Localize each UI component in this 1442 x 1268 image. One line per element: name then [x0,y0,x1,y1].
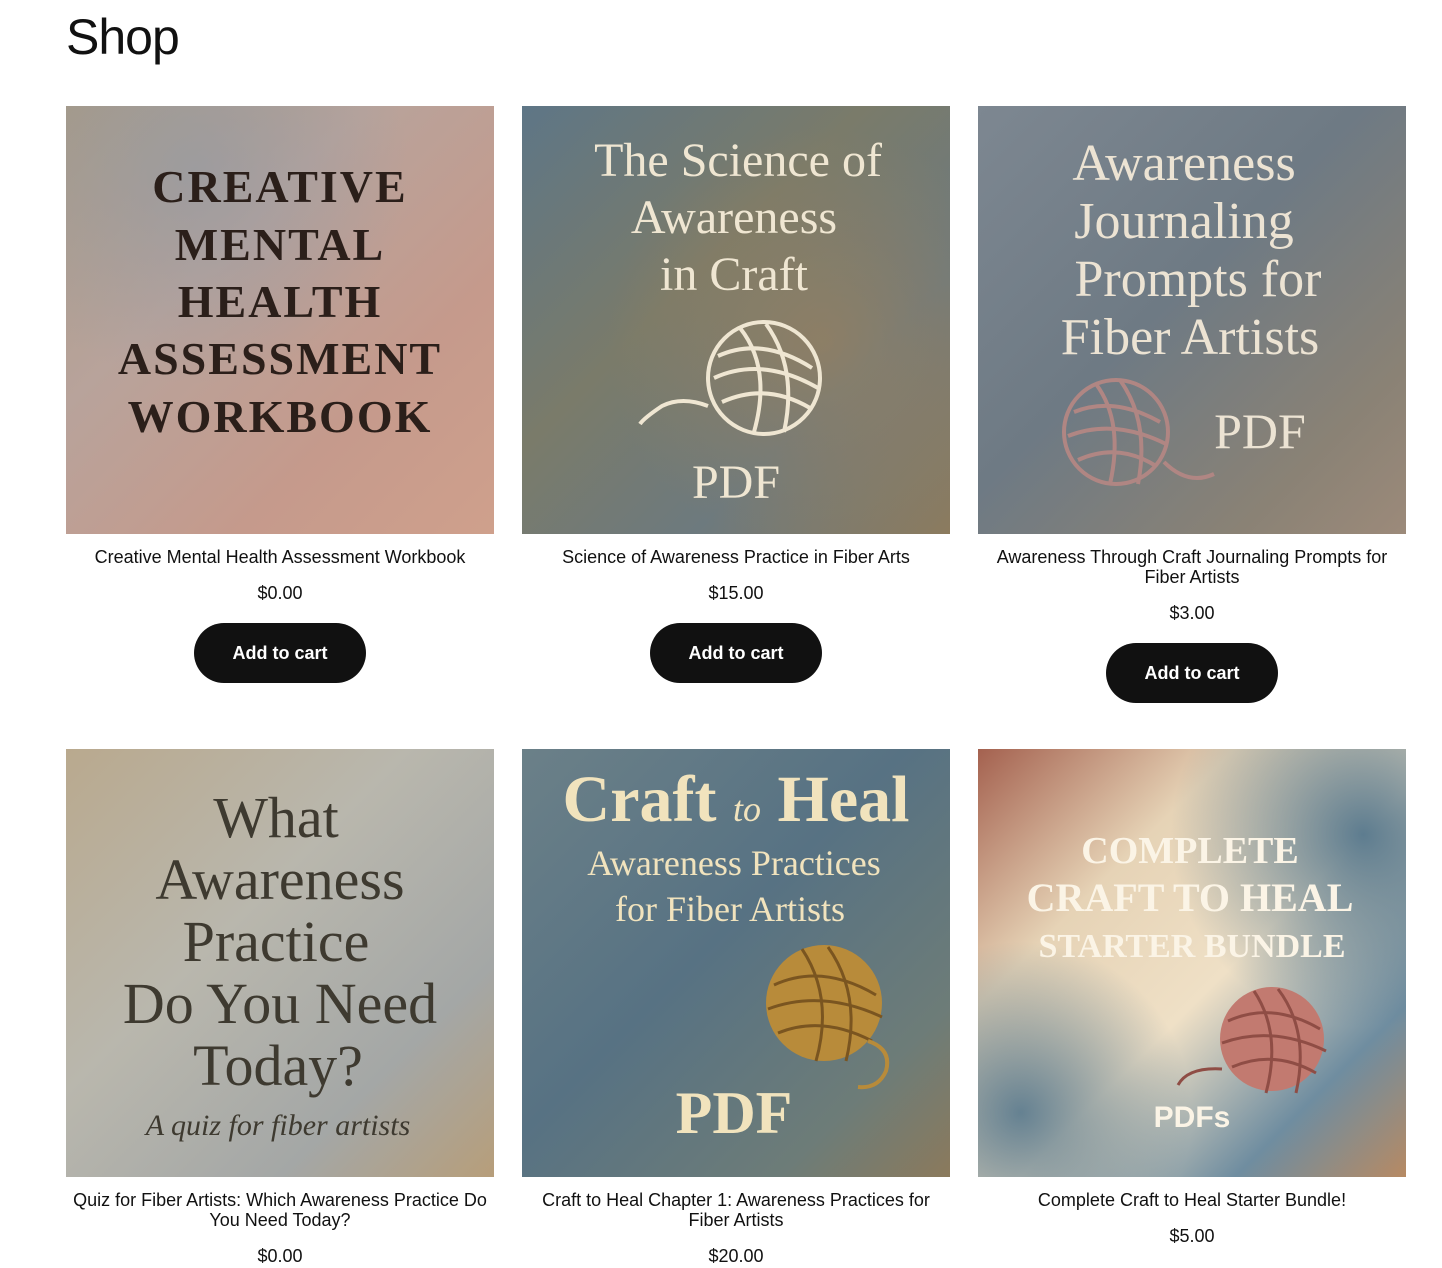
product-price: $0.00 [257,1246,303,1266]
cover-text: Awareness [155,847,404,912]
cover-text: for Fiber Artists [615,889,845,929]
cover-text: STARTER BUNDLE [1038,928,1345,965]
product-card: What Awareness Practice Do You Need Toda… [66,749,494,1266]
cover-title: Heal [777,763,909,836]
cover-text: COMPLETE [1081,830,1298,872]
product-price: $3.00 [1169,603,1215,623]
cover-badge: PDFs [1154,1101,1231,1134]
product-price: $20.00 [708,1246,764,1266]
product-name[interactable]: Complete Craft to Heal Starter Bundle! [978,1190,1406,1210]
cover-text: in Craft [660,248,809,301]
add-to-cart-button[interactable]: Add to cart [1106,643,1278,703]
product-image[interactable]: The Science of Awareness in Craft PDF [522,106,950,534]
add-to-cart-button[interactable]: Add to cart [194,623,366,683]
product-image[interactable]: Awareness Journaling Prompts for Fiber A… [978,106,1406,534]
product-card: CREATIVE MENTAL HEALTH ASSESSMENT WORKBO… [66,106,494,683]
page-title: Shop [66,9,180,65]
cover-title: to [733,789,761,829]
add-to-cart-button[interactable]: Add to cart [650,623,822,683]
product-name[interactable]: Creative Mental Health Assessment Workbo… [66,547,494,567]
cover-text: WORKBOOK [128,391,433,442]
cover-text: What [213,785,339,850]
product-card: Awareness Journaling Prompts for Fiber A… [978,106,1406,703]
cover-text: Awareness Practices [587,843,881,883]
cover-text: CRAFT TO HEAL [1027,875,1354,920]
cover-text: MENTAL [175,219,386,270]
product-image[interactable]: Craft to Heal Awareness Practices for Fi… [522,749,950,1177]
product-name[interactable]: Awareness Through Craft Journaling Promp… [978,547,1406,587]
product-name[interactable]: Craft to Heal Chapter 1: Awareness Pract… [522,1190,950,1230]
cover-text: Awareness [631,191,837,244]
cover-text: Practice [183,909,370,974]
cover-text: Today? [193,1033,363,1098]
product-name[interactable]: Science of Awareness Practice in Fiber A… [522,547,950,567]
cover-text: Awareness [1072,135,1295,192]
cover-text: CREATIVE [152,161,407,212]
product-image[interactable]: COMPLETE CRAFT TO HEAL STARTER BUNDLE PD… [978,749,1406,1177]
cover-text: Fiber Artists [1061,309,1320,366]
cover-badge: PDF [692,456,780,509]
cover-subtitle: A quiz for fiber artists [144,1109,411,1142]
cover-title: Craft [563,763,717,836]
product-price: $15.00 [708,583,764,603]
product-card: COMPLETE CRAFT TO HEAL STARTER BUNDLE PD… [978,749,1406,1246]
product-card: Craft to Heal Awareness Practices for Fi… [522,749,950,1266]
product-image[interactable]: What Awareness Practice Do You Need Toda… [66,749,494,1177]
product-card: The Science of Awareness in Craft PDF Sc… [522,106,950,683]
product-price: $0.00 [257,583,303,603]
cover-badge: PDF [676,1080,793,1146]
cover-text: Prompts for [1075,251,1322,308]
cover-text: HEALTH [178,276,383,327]
cover-text: Do You Need [123,971,437,1036]
product-name[interactable]: Quiz for Fiber Artists: Which Awareness … [66,1190,494,1230]
cover-text: ASSESSMENT [118,333,442,384]
cover-text: The Science of [594,134,882,187]
product-image[interactable]: CREATIVE MENTAL HEALTH ASSESSMENT WORKBO… [66,106,494,534]
product-price: $5.00 [1169,1226,1215,1246]
cover-badge: PDF [1214,403,1306,459]
cover-text: Journaling [1074,193,1294,250]
